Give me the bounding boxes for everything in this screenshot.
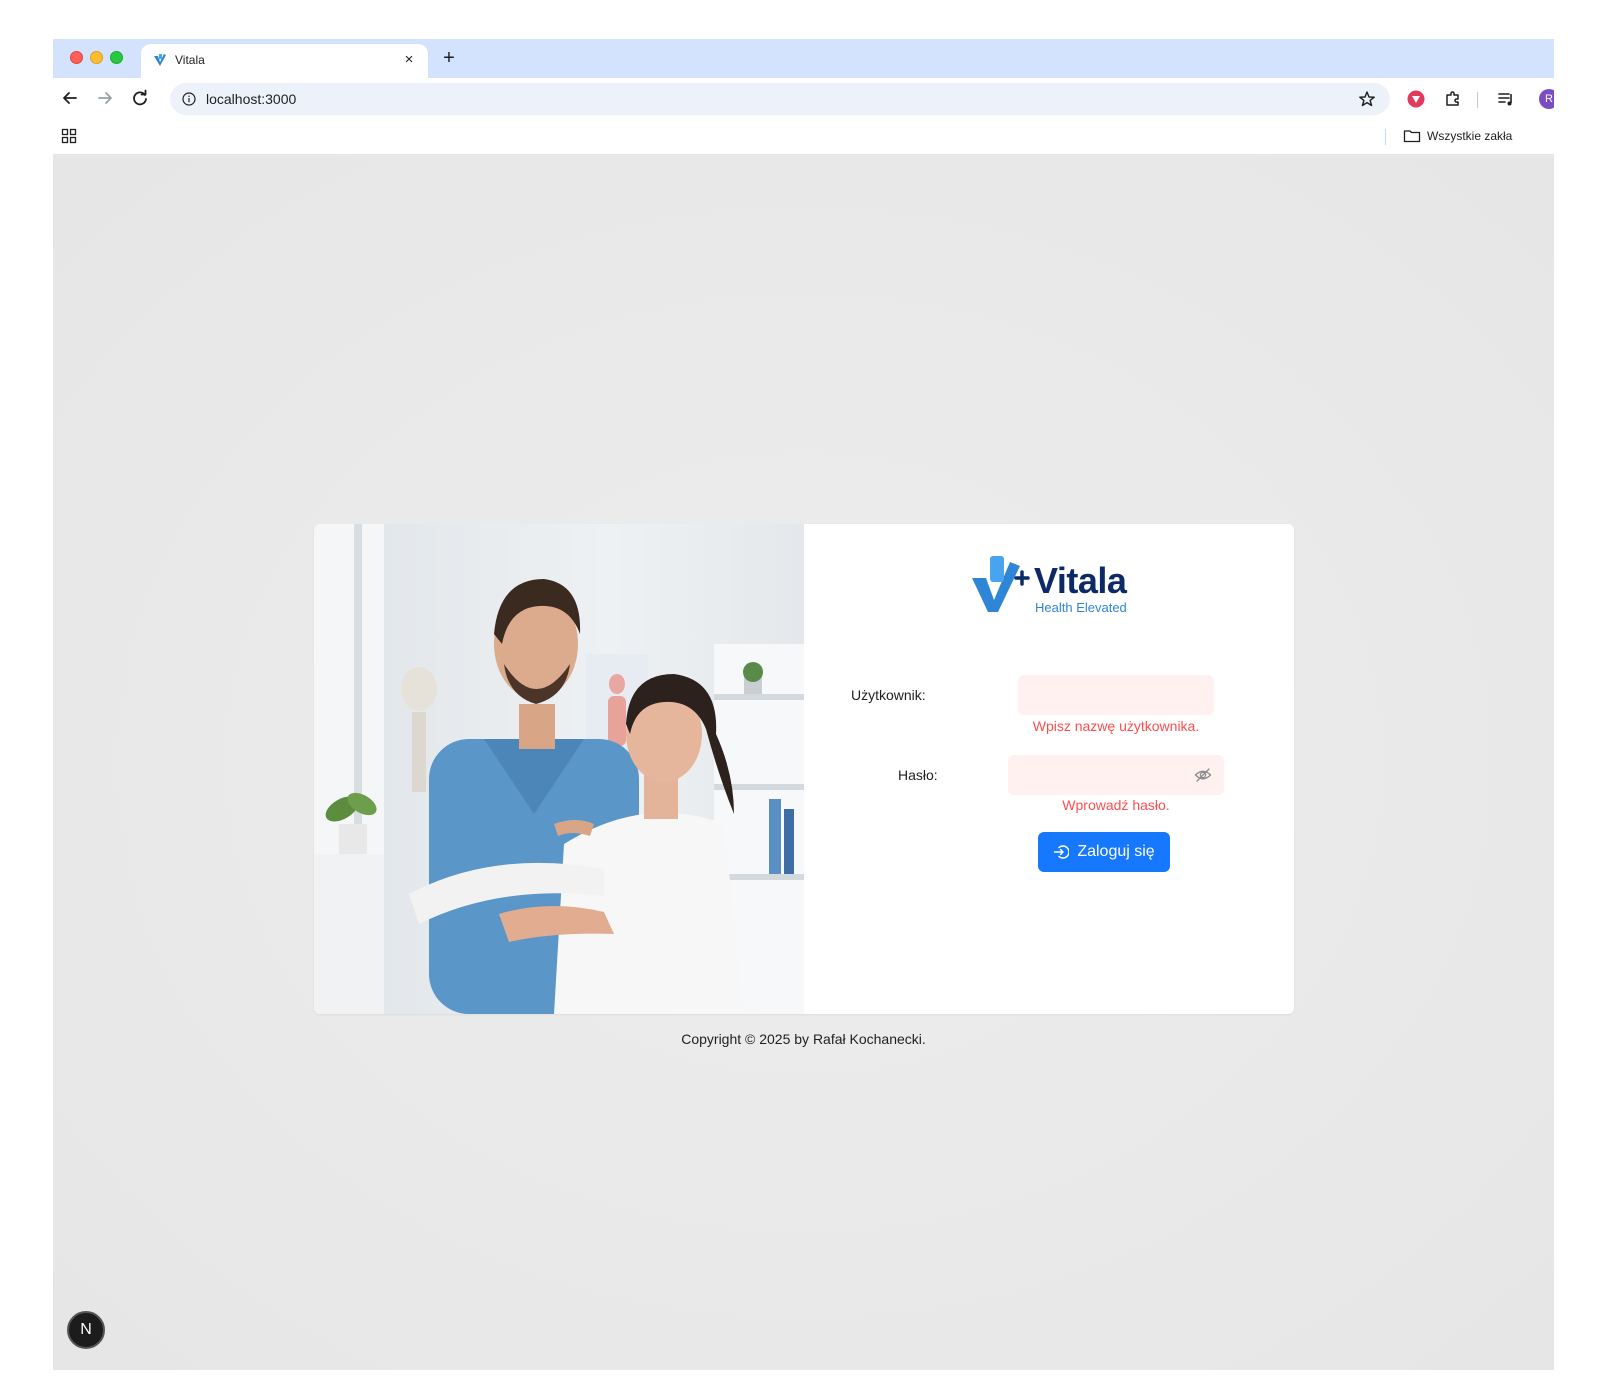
back-button[interactable] [59,87,81,109]
extension-icon[interactable] [1406,89,1426,109]
star-icon[interactable] [1358,90,1376,108]
tab-close-icon[interactable]: × [400,51,418,69]
new-tab-button[interactable]: + [438,47,460,69]
reload-button[interactable] [129,87,151,109]
tab-title: Vitala [175,53,205,67]
password-error: Wprowadź hasło. [1062,797,1170,813]
page-viewport: Vitala Health Elevated Użytkownik: Wpisz… [53,156,1554,1370]
forward-button[interactable] [94,87,116,109]
nextjs-dev-badge[interactable]: N [67,1311,105,1349]
toolbar-divider [1477,92,1478,108]
login-button[interactable]: Zaloguj się [1038,832,1170,872]
copyright-text: Copyright © 2025 by Rafał Kochanecki. [681,1031,926,1047]
password-input[interactable] [1008,755,1224,795]
maximize-window-button[interactable] [110,51,123,64]
login-icon [1054,845,1070,859]
reload-icon [133,89,147,106]
username-error: Wpisz nazwę użytkownika. [1032,718,1200,734]
brand-name: Vitala [1034,560,1127,601]
password-label: Hasło: [898,767,938,783]
vitala-favicon-icon [154,54,166,66]
username-input[interactable] [1018,675,1214,715]
brand-tagline: Health Elevated [1035,600,1127,615]
info-icon[interactable] [182,92,196,106]
folder-icon[interactable] [1403,129,1421,143]
username-label: Użytkownik: [851,687,926,703]
eye-off-icon[interactable] [1194,766,1212,784]
tab-vitala[interactable]: Vitala × [141,44,428,78]
physiotherapy-illustration [314,524,804,1014]
login-button-label: Zaloguj się [1077,843,1155,860]
address-bar[interactable]: localhost:3000 [170,83,1390,115]
url-text[interactable]: localhost:3000 [206,91,296,107]
tab-strip: Vitala × + [53,39,1554,78]
bookmarks-divider [1385,129,1386,145]
all-bookmarks-folder[interactable]: Wszystkie zakła [1427,129,1512,143]
vitala-logo-icon [972,556,1030,612]
close-window-button[interactable] [70,51,83,64]
login-photo [314,524,804,1014]
browser-toolbar: localhost:3000 R [53,78,1554,118]
media-controls-icon[interactable] [1496,89,1516,109]
minimize-window-button[interactable] [90,51,103,64]
arrow-left-icon [63,92,77,104]
login-card: Vitala Health Elevated Użytkownik: Wpisz… [314,524,1294,1014]
browser-window: Vitala × + localhost:3000 R Wszystkie za… [53,39,1554,1370]
extensions-puzzle-icon[interactable] [1443,89,1463,109]
vitala-logo: Vitala Health Elevated [970,552,1140,618]
profile-avatar[interactable]: R [1539,89,1554,109]
arrow-right-icon [98,92,112,104]
bookmarks-bar: Wszystkie zakła [53,118,1554,155]
apps-grid-icon[interactable] [61,128,77,144]
